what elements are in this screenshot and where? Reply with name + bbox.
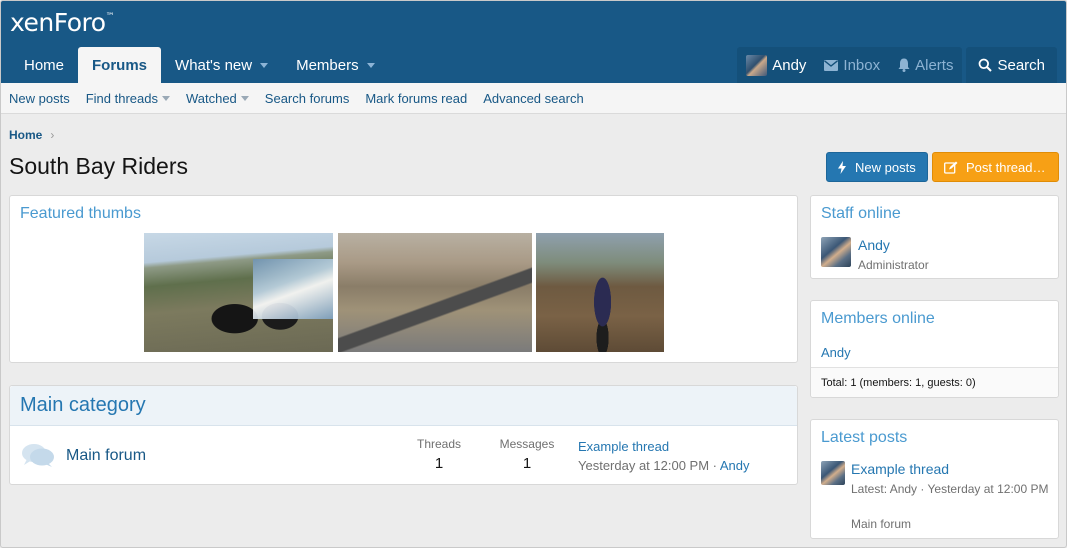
tab-forums-label: Forums [92, 56, 148, 74]
tab-members[interactable]: Members [282, 47, 389, 83]
search-label: Search [997, 56, 1045, 74]
chevron-down-icon[interactable] [260, 62, 269, 68]
staff-user-link[interactable]: Andy [858, 237, 890, 253]
new-posts-label: New posts [855, 159, 916, 175]
subnav-advanced-search[interactable]: Advanced search [483, 91, 583, 106]
members-total: Total: 1 (members: 1, guests: 0) [811, 367, 1058, 397]
search-button[interactable]: Search [966, 47, 1057, 83]
members-online-title[interactable]: Members online [821, 310, 935, 328]
logo-trademark: ™ [105, 12, 115, 22]
latest-post-forum-link[interactable]: Main forum [851, 517, 911, 531]
latest-posts-block: Latest posts Example thread Latest: Andy… [810, 419, 1059, 539]
avatar[interactable] [821, 237, 851, 267]
staff-online-block: Staff online Andy Administrator [810, 195, 1059, 279]
edit-icon [944, 161, 958, 174]
subnav-search-forums[interactable]: Search forums [265, 91, 350, 106]
last-post-time[interactable]: Yesterday at 12:00 PM · [578, 458, 720, 473]
alerts-link[interactable]: Alerts [889, 47, 962, 83]
subnav-advanced-search-label: Advanced search [483, 90, 584, 106]
messages-count: 1 [522, 455, 532, 472]
chevron-down-icon[interactable] [161, 95, 170, 101]
inbox-label: Inbox [843, 56, 881, 74]
new-posts-button[interactable]: New posts [826, 152, 928, 182]
sub-nav: New posts Find threads Watched Search fo… [1, 83, 1066, 114]
chevron-down-icon[interactable] [366, 62, 375, 68]
threads-label: Threads [416, 437, 462, 451]
tab-home-label: Home [24, 56, 65, 74]
threads-stat: Threads 1 [404, 437, 474, 472]
inbox-link[interactable]: Inbox [815, 47, 889, 83]
envelope-icon [824, 59, 839, 71]
bell-icon [898, 58, 910, 72]
last-post-meta: Yesterday at 12:00 PM · Andy [578, 458, 750, 473]
account-group: Andy Inbox Alerts [737, 47, 963, 83]
breadcrumb-home[interactable]: Home [9, 128, 42, 142]
user-nav: Andy Inbox Alerts Search [737, 47, 1057, 83]
category-block: Main category Main forum Threads 1 Messa… [9, 385, 798, 485]
tab-home[interactable]: Home [10, 47, 78, 83]
subnav-watched[interactable]: Watched [186, 91, 249, 106]
main-nav: Home Forums What's new Members [10, 47, 389, 83]
thumbnail-image[interactable] [338, 233, 532, 352]
category-title[interactable]: Main category [10, 386, 797, 426]
featured-thumbs-block: Featured thumbs [9, 195, 798, 363]
staff-user-role: Administrator [858, 258, 929, 272]
subnav-mark-read[interactable]: Mark forums read [365, 91, 467, 106]
staff-online-title[interactable]: Staff online [821, 205, 901, 223]
subnav-new-posts-label: New posts [9, 90, 70, 106]
latest-posts-title[interactable]: Latest posts [821, 429, 907, 447]
thumbnail-image[interactable] [536, 233, 664, 352]
bolt-icon [838, 160, 846, 174]
app-window: xenForo™ Home Forums What's new Members … [0, 0, 1067, 548]
last-post-user-link[interactable]: Andy [720, 458, 750, 473]
subnav-search-forums-label: Search forums [264, 90, 350, 106]
members-online-block: Members online Andy Total: 1 (members: 1… [810, 300, 1059, 398]
site-logo[interactable]: xenForo™ [10, 8, 115, 37]
subnav-find-threads-label: Find threads [85, 90, 158, 106]
account-menu[interactable]: Andy [737, 47, 815, 83]
last-post: Example thread Yesterday at 12:00 PM · A… [578, 439, 750, 473]
post-thread-button[interactable]: Post thread… [932, 152, 1059, 182]
latest-post-meta: Latest: Andy · Yesterday at 12:00 PM [851, 482, 1049, 496]
avatar [746, 54, 768, 76]
site-header: xenForo™ Home Forums What's new Members … [1, 1, 1066, 83]
messages-stat: Messages 1 [492, 437, 562, 472]
subnav-watched-label: Watched [185, 90, 237, 106]
tab-whats-new-label: What's new [175, 56, 253, 74]
subnav-mark-read-label: Mark forums read [365, 90, 468, 106]
tab-forums[interactable]: Forums [78, 47, 162, 83]
category-title-text: Main category [20, 394, 146, 416]
logo-text: xenForo [10, 8, 106, 37]
avatar[interactable] [821, 461, 845, 485]
member-user-link[interactable]: Andy [821, 345, 851, 360]
alerts-label: Alerts [915, 56, 954, 74]
post-thread-label: Post thread… [966, 159, 1046, 175]
latest-thread-link[interactable]: Example thread [851, 461, 949, 477]
account-username: Andy [772, 56, 807, 74]
chat-bubbles-icon [21, 442, 55, 473]
thumbnail-image[interactable] [144, 233, 333, 352]
subnav-find-threads[interactable]: Find threads [86, 91, 170, 106]
breadcrumb-separator: › [50, 128, 55, 142]
last-post-thread-link[interactable]: Example thread [578, 439, 750, 454]
forum-row: Main forum Threads 1 Messages 1 Example … [10, 426, 797, 484]
chevron-down-icon[interactable] [240, 95, 249, 101]
messages-label: Messages [499, 437, 555, 451]
featured-thumbs-title[interactable]: Featured thumbs [20, 205, 141, 223]
tab-members-label: Members [296, 56, 359, 74]
search-icon [978, 58, 993, 72]
breadcrumb: Home › [9, 128, 54, 142]
tab-whats-new[interactable]: What's new [161, 47, 282, 83]
threads-count: 1 [434, 455, 444, 472]
subnav-new-posts[interactable]: New posts [9, 91, 70, 106]
forum-name-link[interactable]: Main forum [66, 447, 146, 465]
page-title: South Bay Riders [9, 153, 188, 179]
